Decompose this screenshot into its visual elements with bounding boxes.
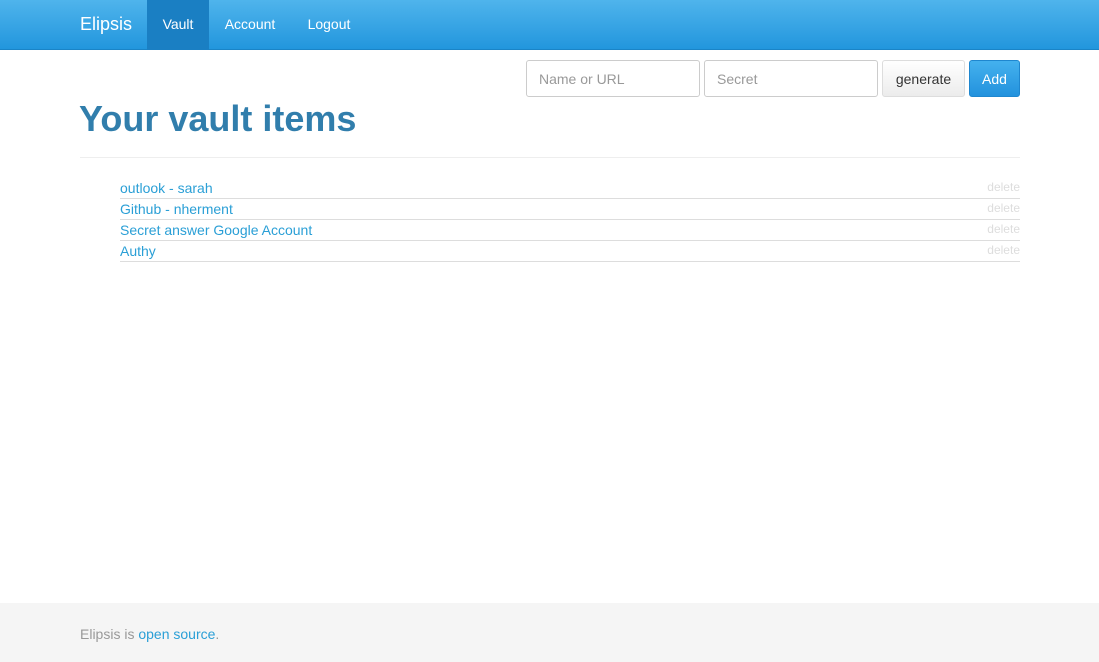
delete-link[interactable]: delete	[987, 243, 1020, 257]
name-or-url-input[interactable]	[526, 60, 700, 97]
brand-logo[interactable]: Elipsis	[80, 0, 132, 50]
vault-item-list: outlook - sarah delete Github - nherment…	[120, 178, 1020, 262]
title-divider	[80, 157, 1020, 158]
delete-link[interactable]: delete	[987, 201, 1020, 215]
footer-suffix: .	[215, 626, 220, 642]
vault-item: Authy delete	[120, 241, 1020, 262]
nav-item-vault[interactable]: Vault	[147, 0, 209, 50]
vault-item: Secret answer Google Account delete	[120, 220, 1020, 241]
delete-link[interactable]: delete	[987, 222, 1020, 236]
footer-text: Elipsis is open source.	[80, 626, 219, 642]
vault-item-link[interactable]: Authy	[120, 243, 156, 259]
nav-item-logout[interactable]: Logout	[296, 0, 362, 50]
vault-item-link[interactable]: Github - nherment	[120, 201, 233, 217]
top-navbar: Elipsis Vault Account Logout	[0, 0, 1099, 50]
vault-item-link[interactable]: Secret answer Google Account	[120, 222, 312, 238]
nav-item-account[interactable]: Account	[215, 0, 285, 50]
add-button[interactable]: Add	[969, 60, 1020, 97]
vault-item-link[interactable]: outlook - sarah	[120, 180, 213, 196]
footer: Elipsis is open source.	[0, 603, 1099, 662]
secret-input[interactable]	[704, 60, 878, 97]
generate-button[interactable]: generate	[882, 60, 965, 97]
vault-item: Github - nherment delete	[120, 199, 1020, 220]
footer-prefix: Elipsis is	[80, 626, 139, 642]
open-source-link[interactable]: open source	[138, 626, 215, 642]
delete-link[interactable]: delete	[987, 180, 1020, 194]
vault-item: outlook - sarah delete	[120, 178, 1020, 199]
page-title: Your vault items	[79, 98, 357, 139]
